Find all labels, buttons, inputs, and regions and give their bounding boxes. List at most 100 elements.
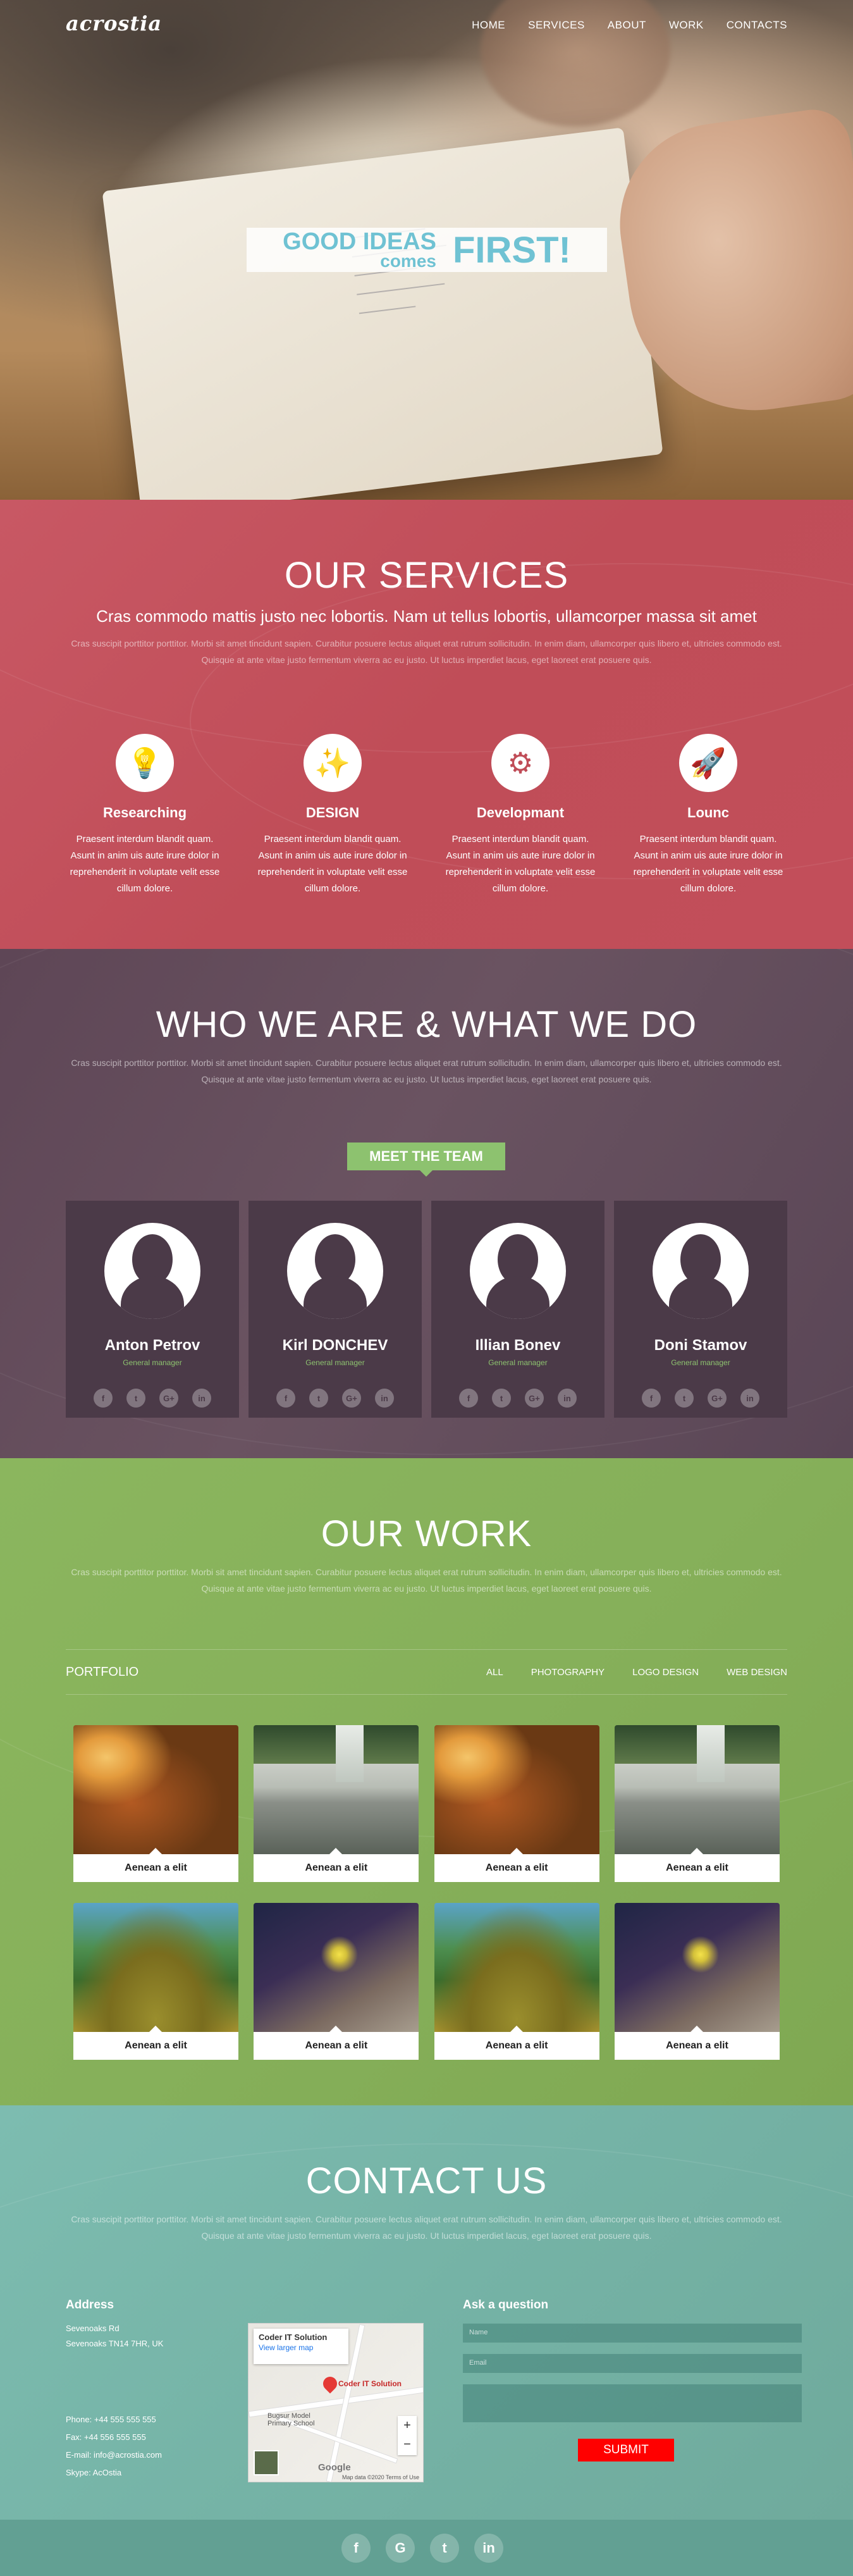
work-section: OUR WORK Cras suscipit porttitor porttit… (0, 1458, 853, 2105)
service-title: Researching (102, 805, 187, 820)
google-map[interactable]: Coder IT Solution View larger map Coder … (248, 2323, 424, 2482)
member-role: General manager (123, 1358, 182, 1367)
filter-logo-design[interactable]: LOGO DESIGN (632, 1667, 699, 1678)
portfolio-image-flower[interactable] (614, 1903, 780, 2032)
linkedin-icon[interactable]: in (558, 1389, 577, 1408)
message-field[interactable] (463, 2384, 802, 2422)
service-researching: 💡 Researching Praesent interdum blandit … (66, 734, 224, 897)
team-card: Anton Petrov General manager f t G+ in (66, 1201, 239, 1418)
ask-title: Ask a question (463, 2298, 549, 2312)
filter-photography[interactable]: PHOTOGRAPHY (531, 1667, 604, 1678)
google-plus-icon[interactable]: G+ (342, 1389, 361, 1408)
name-field[interactable]: Name (463, 2324, 802, 2343)
portfolio-item[interactable]: Aenean a elit (614, 1725, 780, 1885)
email-text[interactable]: E-mail: info@acrostia.com (66, 2446, 230, 2464)
twitter-icon[interactable]: t (675, 1389, 694, 1408)
map-terms[interactable]: Map data ©2020 Terms of Use (342, 2474, 419, 2480)
skype-text: Skype: AcOstia (66, 2468, 122, 2477)
portfolio-item[interactable]: Aenean a elit (614, 1903, 780, 2063)
facebook-icon[interactable]: f (642, 1389, 661, 1408)
service-title: Lounc (687, 805, 729, 820)
google-plus-icon[interactable]: G+ (708, 1389, 727, 1408)
portfolio-caption[interactable]: Aenean a elit (434, 2026, 599, 2060)
map-satellite-toggle[interactable] (254, 2450, 279, 2475)
hero-notebook-image (102, 127, 663, 500)
linkedin-icon[interactable]: in (474, 2534, 503, 2563)
portfolio-image-moss[interactable] (434, 1903, 599, 2032)
portfolio-image-moss[interactable] (73, 1903, 238, 2032)
linkedin-icon[interactable]: in (375, 1389, 394, 1408)
address-title: Address (66, 2298, 114, 2312)
facebook-icon[interactable]: f (94, 1389, 113, 1408)
fax-text: Fax: +44 556 555 555 (66, 2432, 146, 2442)
portfolio-caption[interactable]: Aenean a elit (614, 1848, 780, 1882)
nav-work[interactable]: WORK (669, 19, 704, 32)
team-card: Doni Stamov General manager f t G+ in (614, 1201, 787, 1418)
linkedin-icon[interactable]: in (740, 1389, 759, 1408)
service-launch: 🚀 Lounc Praesent interdum blandit quam. … (629, 734, 787, 897)
nav-services[interactable]: SERVICES (528, 19, 585, 32)
map-larger-link[interactable]: View larger map (259, 2343, 313, 2352)
site-logo[interactable]: acrostia (66, 11, 162, 35)
service-text: Praesent interdum blandit quam. Asunt in… (70, 834, 220, 894)
google-plus-icon[interactable]: G+ (159, 1389, 178, 1408)
portfolio-filters: ALL PHOTOGRAPHY LOGO DESIGN WEB DESIGN (486, 1667, 787, 1678)
footer-social: f G t in (341, 2534, 503, 2563)
twitter-icon[interactable]: t (126, 1389, 145, 1408)
facebook-icon[interactable]: f (276, 1389, 295, 1408)
linkedin-icon[interactable]: in (192, 1389, 211, 1408)
portfolio-image-flower[interactable] (254, 1903, 419, 2032)
gears-icon: ⚙ (491, 734, 549, 792)
nav-about[interactable]: ABOUT (608, 19, 646, 32)
zoom-in-button[interactable]: + (398, 2416, 417, 2435)
filter-all[interactable]: ALL (486, 1667, 503, 1678)
portfolio-item[interactable]: Aenean a elit (73, 1903, 238, 2063)
services-text: Cras suscipit porttitor porttitor. Morbi… (71, 638, 782, 665)
portfolio-image-cactus[interactable] (73, 1725, 238, 1854)
facebook-icon[interactable]: f (341, 2534, 371, 2563)
portfolio-item[interactable]: Aenean a elit (254, 1725, 419, 1885)
email-field[interactable]: Email (463, 2354, 802, 2373)
portfolio-image-cactus[interactable] (434, 1725, 599, 1854)
hero-good-ideas: GOOD IDEAS comes (283, 230, 436, 271)
service-text: Praesent interdum blandit quam. Asunt in… (257, 834, 408, 894)
facebook-icon[interactable]: f (459, 1389, 478, 1408)
portfolio-caption[interactable]: Aenean a elit (614, 2026, 780, 2060)
portfolio-item[interactable]: Aenean a elit (434, 1903, 599, 2063)
portfolio-item[interactable]: Aenean a elit (73, 1725, 238, 1885)
hero-comes-text: comes (380, 251, 436, 271)
services-lead: Cras commodo mattis justo nec lobortis. … (96, 607, 757, 626)
team-card: Kirl DONCHEV General manager f t G+ in (249, 1201, 422, 1418)
twitter-icon[interactable]: t (309, 1389, 328, 1408)
phone-text: Phone: +44 555 555 555 (66, 2415, 156, 2424)
map-pin-icon[interactable] (320, 2374, 340, 2394)
twitter-icon[interactable]: t (492, 1389, 511, 1408)
portfolio-caption[interactable]: Aenean a elit (73, 1848, 238, 1882)
submit-button[interactable]: SUBMIT (578, 2439, 674, 2461)
member-role: General manager (305, 1358, 365, 1367)
zoom-out-button[interactable]: − (398, 2435, 417, 2454)
services-title: OUR SERVICES (284, 555, 569, 596)
twitter-icon[interactable]: t (430, 2534, 459, 2563)
portfolio-item[interactable]: Aenean a elit (434, 1725, 599, 1885)
portfolio-caption[interactable]: Aenean a elit (434, 1848, 599, 1882)
nav-home[interactable]: HOME (472, 19, 505, 32)
address-line1: Sevenoaks Rd (66, 2324, 120, 2333)
contact-text: Cras suscipit porttitor porttitor. Morbi… (71, 2214, 782, 2241)
member-name: Kirl DONCHEV (282, 1337, 388, 1354)
filter-web-design[interactable]: WEB DESIGN (727, 1667, 787, 1678)
member-role: General manager (671, 1358, 730, 1367)
footer: f G t in (0, 2520, 853, 2576)
portfolio-caption[interactable]: Aenean a elit (73, 2026, 238, 2060)
google-icon[interactable]: G (386, 2534, 415, 2563)
portfolio-image-waterfall[interactable] (254, 1725, 419, 1854)
nav-contacts[interactable]: CONTACTS (727, 19, 787, 32)
google-plus-icon[interactable]: G+ (525, 1389, 544, 1408)
portfolio-label: PORTFOLIO (66, 1664, 139, 1679)
portfolio-caption[interactable]: Aenean a elit (254, 1848, 419, 1882)
portfolio-caption[interactable]: Aenean a elit (254, 2026, 419, 2060)
service-development: ⚙ Developmant Praesent interdum blandit … (441, 734, 599, 897)
contact-title: CONTACT US (305, 2160, 548, 2201)
portfolio-item[interactable]: Aenean a elit (254, 1903, 419, 2063)
portfolio-image-waterfall[interactable] (614, 1725, 780, 1854)
